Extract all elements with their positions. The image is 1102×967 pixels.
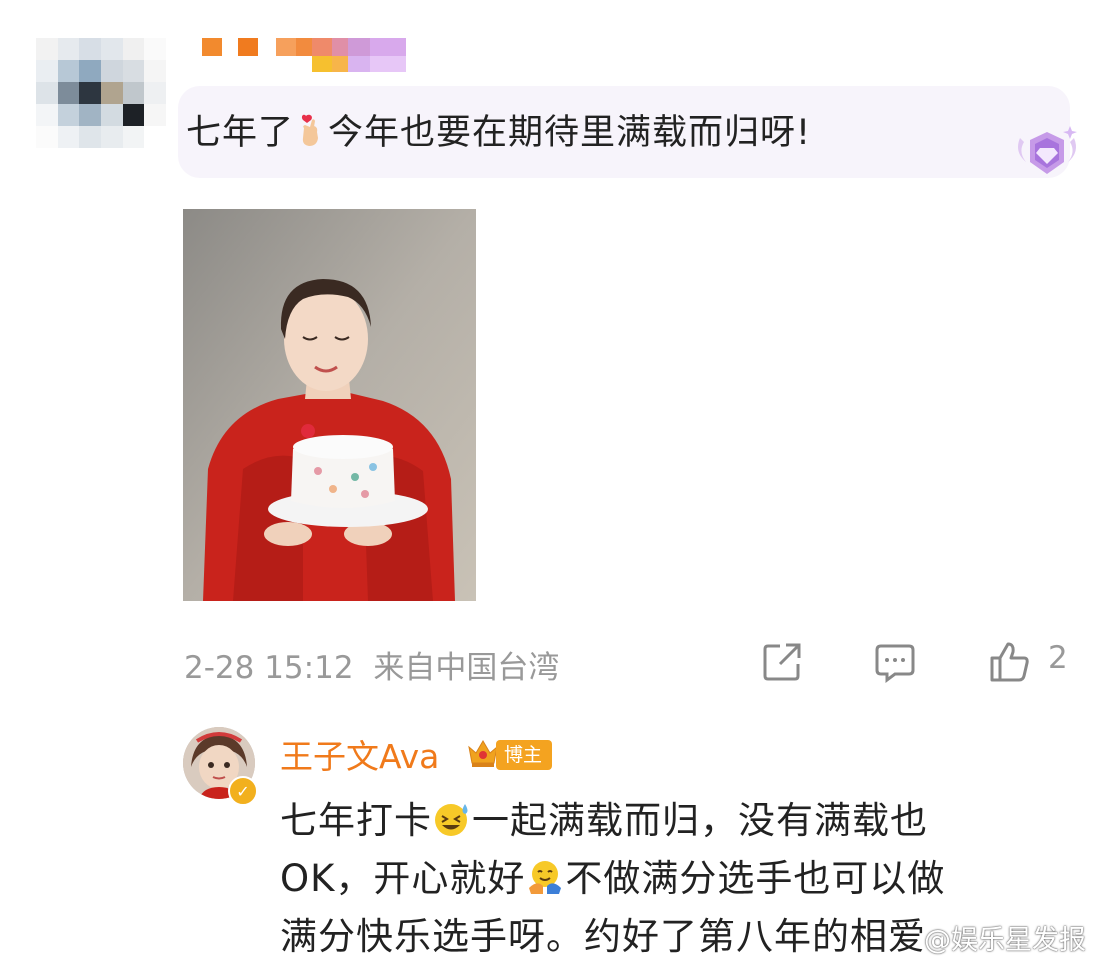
hug-emoji-icon	[525, 858, 565, 903]
reply-line2-part-b: 不做满分选手也可以做	[565, 857, 946, 900]
comment-text-part2: 今年也要在期待里满载而归呀!	[328, 113, 812, 153]
grinning-sweat-emoji-icon	[432, 800, 472, 845]
reply-text-line-3: 满分快乐选手呀。约好了第八年的相爱	[280, 915, 926, 958]
reply-line2-part-a: OK，开心就好	[280, 857, 526, 900]
crown-icon	[466, 735, 500, 769]
comment-timestamp: 2-28 15:12	[184, 650, 354, 686]
reply-line1-part-a: 七年打卡	[280, 799, 432, 842]
blogger-tag: 博主	[496, 740, 553, 770]
reply-line1-part-b: 一起满载而归，没有满载也	[472, 799, 928, 842]
finger-heart-emoji-icon	[294, 114, 328, 155]
like-thumb-icon[interactable]	[988, 640, 1032, 684]
commenter-avatar[interactable]	[36, 38, 166, 148]
verified-badge-icon: ✓	[228, 776, 258, 806]
comment-meta: 2-28 15:12 来自中国台湾	[184, 642, 559, 687]
fan-badge-icon[interactable]	[1012, 122, 1082, 184]
reply-username[interactable]: 王子文Ava	[280, 730, 439, 778]
comment-icon[interactable]	[873, 640, 917, 684]
reply-text-line-1: 七年打卡 一起满载而归，没有满载也	[280, 790, 928, 845]
comment-text: 七年了 今年也要在期待里满载而归呀!	[186, 104, 811, 155]
comment-location: 来自中国台湾	[373, 650, 560, 686]
commenter-name-censored[interactable]	[200, 36, 410, 74]
comment-text-part1: 七年了	[186, 113, 295, 153]
like-count: 2	[1048, 640, 1068, 676]
reply-text-line-2: OK，开心就好 不做满分选手也可以做	[280, 848, 945, 903]
share-icon[interactable]	[760, 640, 804, 684]
attached-photo[interactable]	[183, 209, 476, 601]
watermark: @娱乐星发报	[924, 925, 1086, 956]
